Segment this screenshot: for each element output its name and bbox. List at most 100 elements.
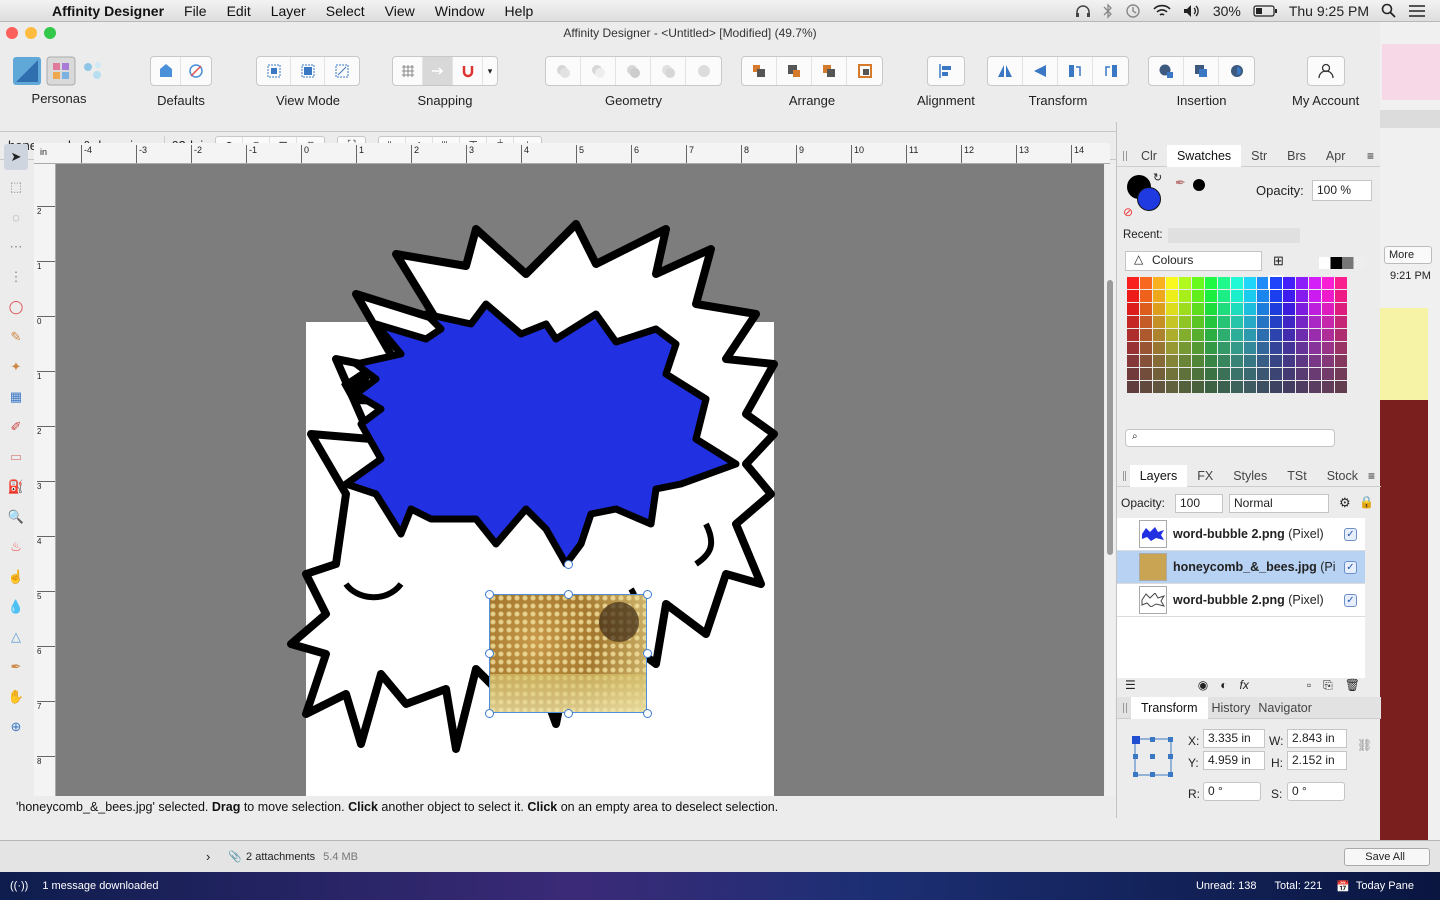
fill-tool-icon[interactable]: ⛽ — [4, 474, 28, 500]
volume-icon[interactable] — [1183, 4, 1201, 18]
swatch[interactable] — [1296, 381, 1308, 393]
tab-text-styles[interactable]: TSt — [1277, 469, 1316, 483]
quick-swatches[interactable] — [1319, 257, 1365, 269]
swatch[interactable] — [1257, 355, 1269, 367]
swatch[interactable] — [1257, 368, 1269, 380]
time-machine-icon[interactable] — [1125, 3, 1141, 19]
swatch[interactable] — [1218, 277, 1230, 289]
layer-row[interactable]: honeycomb_&_bees.jpg (Pi ✓ — [1117, 551, 1365, 584]
rotation-input[interactable]: 0 ° — [1203, 782, 1261, 801]
swatch[interactable] — [1335, 316, 1347, 328]
swatch[interactable] — [1179, 342, 1191, 354]
tab-navigator[interactable]: Navigator — [1254, 701, 1316, 715]
view-pixels-button[interactable] — [257, 57, 291, 85]
brush-selection-tool-icon[interactable]: ✎ — [4, 324, 28, 350]
swatch[interactable] — [1322, 381, 1334, 393]
minimize-button[interactable] — [25, 27, 37, 39]
hand-tool-icon[interactable]: ✋ — [4, 684, 28, 710]
swatch[interactable] — [1127, 316, 1139, 328]
spotlight-icon[interactable] — [1381, 3, 1396, 18]
export-persona-icon[interactable] — [80, 58, 106, 84]
swatch[interactable] — [1140, 342, 1152, 354]
snapping-magnet-button[interactable] — [453, 57, 483, 85]
swatch[interactable] — [1127, 329, 1139, 341]
swatch[interactable] — [1218, 303, 1230, 315]
swatch[interactable] — [1153, 316, 1165, 328]
flip-horizontal-button[interactable] — [988, 57, 1023, 85]
view-outline-button[interactable] — [325, 57, 359, 85]
swatch[interactable] — [1283, 316, 1295, 328]
swatch[interactable] — [1179, 329, 1191, 341]
swatch[interactable] — [1283, 329, 1295, 341]
selection-handle[interactable] — [643, 590, 652, 599]
menu-file[interactable]: File — [174, 3, 217, 19]
swatch[interactable] — [1166, 381, 1178, 393]
swatch[interactable] — [1309, 342, 1321, 354]
swatch[interactable] — [1244, 381, 1256, 393]
xor-geometry-button[interactable] — [651, 57, 686, 85]
swatch[interactable] — [1166, 355, 1178, 367]
swatch[interactable] — [1322, 290, 1334, 302]
tab-appearance[interactable]: Apr — [1316, 149, 1355, 163]
panel-menu-icon[interactable]: ≡ — [1368, 469, 1375, 483]
revert-defaults-button[interactable] — [181, 57, 211, 85]
swatch[interactable] — [1309, 381, 1321, 393]
marquee-tool-icon[interactable]: ⬚ — [4, 174, 28, 200]
selection-handle[interactable] — [643, 709, 652, 718]
swatch[interactable] — [1192, 381, 1204, 393]
swatch[interactable] — [1127, 368, 1139, 380]
swatch[interactable] — [1296, 277, 1308, 289]
swatch[interactable] — [1244, 277, 1256, 289]
y-input[interactable]: 4.959 in — [1203, 751, 1265, 770]
selection-handle[interactable] — [643, 649, 652, 658]
tab-stroke[interactable]: Str — [1241, 149, 1277, 163]
layer-visibility-checkbox[interactable]: ✓ — [1344, 593, 1357, 607]
alignment-button[interactable] — [928, 57, 964, 85]
swatch[interactable] — [1231, 316, 1243, 328]
move-to-front-button[interactable] — [847, 57, 882, 85]
swatch[interactable] — [1140, 316, 1152, 328]
panel-menu-icon[interactable]: ≡ — [1367, 149, 1374, 163]
swatch[interactable] — [1335, 368, 1347, 380]
swatch[interactable] — [1231, 277, 1243, 289]
swatch[interactable] — [1153, 277, 1165, 289]
swatch[interactable] — [1270, 355, 1282, 367]
swatch[interactable] — [1257, 329, 1269, 341]
swatch[interactable] — [1205, 277, 1217, 289]
lock-aspect-icon[interactable]: ⛓ — [1357, 738, 1372, 752]
headphones-icon[interactable] — [1075, 4, 1091, 18]
move-forward-one-button[interactable] — [812, 57, 847, 85]
swatch[interactable] — [1296, 368, 1308, 380]
swatch[interactable] — [1257, 303, 1269, 315]
swatch[interactable] — [1309, 277, 1321, 289]
swatch[interactable] — [1309, 355, 1321, 367]
panel-grip-icon[interactable] — [1123, 702, 1127, 713]
swatch[interactable] — [1205, 329, 1217, 341]
rotate-right-button[interactable] — [1093, 57, 1128, 85]
swatch[interactable] — [1231, 303, 1243, 315]
swatch[interactable] — [1153, 342, 1165, 354]
swatch[interactable] — [1205, 355, 1217, 367]
layer-settings-icon[interactable]: ⚙ — [1339, 495, 1351, 511]
swatch[interactable] — [1270, 368, 1282, 380]
x-input[interactable]: 3.335 in — [1203, 729, 1265, 748]
mask-layer-icon[interactable]: ◉ — [1198, 678, 1208, 692]
swatch[interactable] — [1335, 303, 1347, 315]
designer-persona-icon[interactable] — [12, 56, 42, 86]
add-geometry-button[interactable] — [546, 57, 581, 85]
swatch[interactable] — [1153, 381, 1165, 393]
intersect-geometry-button[interactable] — [616, 57, 651, 85]
swatch[interactable] — [1231, 329, 1243, 341]
move-back-one-button[interactable] — [777, 57, 812, 85]
battery-icon[interactable] — [1253, 4, 1277, 17]
layer-row[interactable]: word-bubble 2.png (Pixel) ✓ — [1117, 584, 1365, 617]
swatch[interactable] — [1166, 316, 1178, 328]
swatch[interactable] — [1283, 381, 1295, 393]
vertical-scrollbar[interactable] — [1105, 164, 1115, 806]
swatch[interactable] — [1218, 368, 1230, 380]
swatch[interactable] — [1205, 368, 1217, 380]
rotation-handle[interactable] — [564, 560, 573, 569]
swatch[interactable] — [1166, 277, 1178, 289]
blur-tool-icon[interactable]: 💧 — [4, 594, 28, 620]
menu-window[interactable]: Window — [425, 3, 495, 19]
